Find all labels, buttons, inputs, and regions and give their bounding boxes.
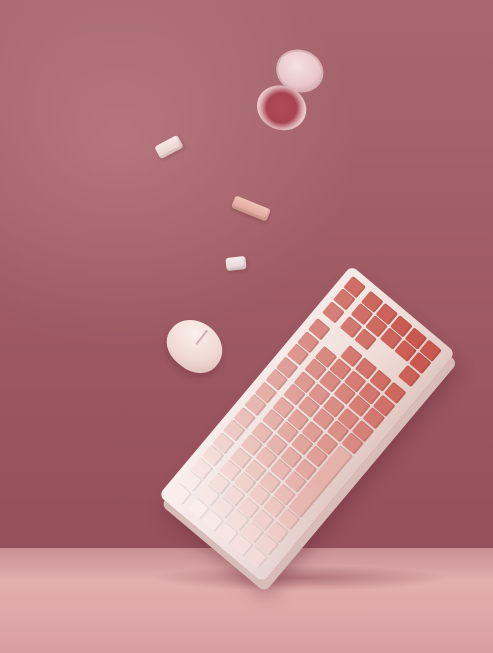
product-photo xyxy=(0,0,493,653)
floating-keycap xyxy=(225,255,247,272)
keyboard-shadow xyxy=(150,565,450,591)
